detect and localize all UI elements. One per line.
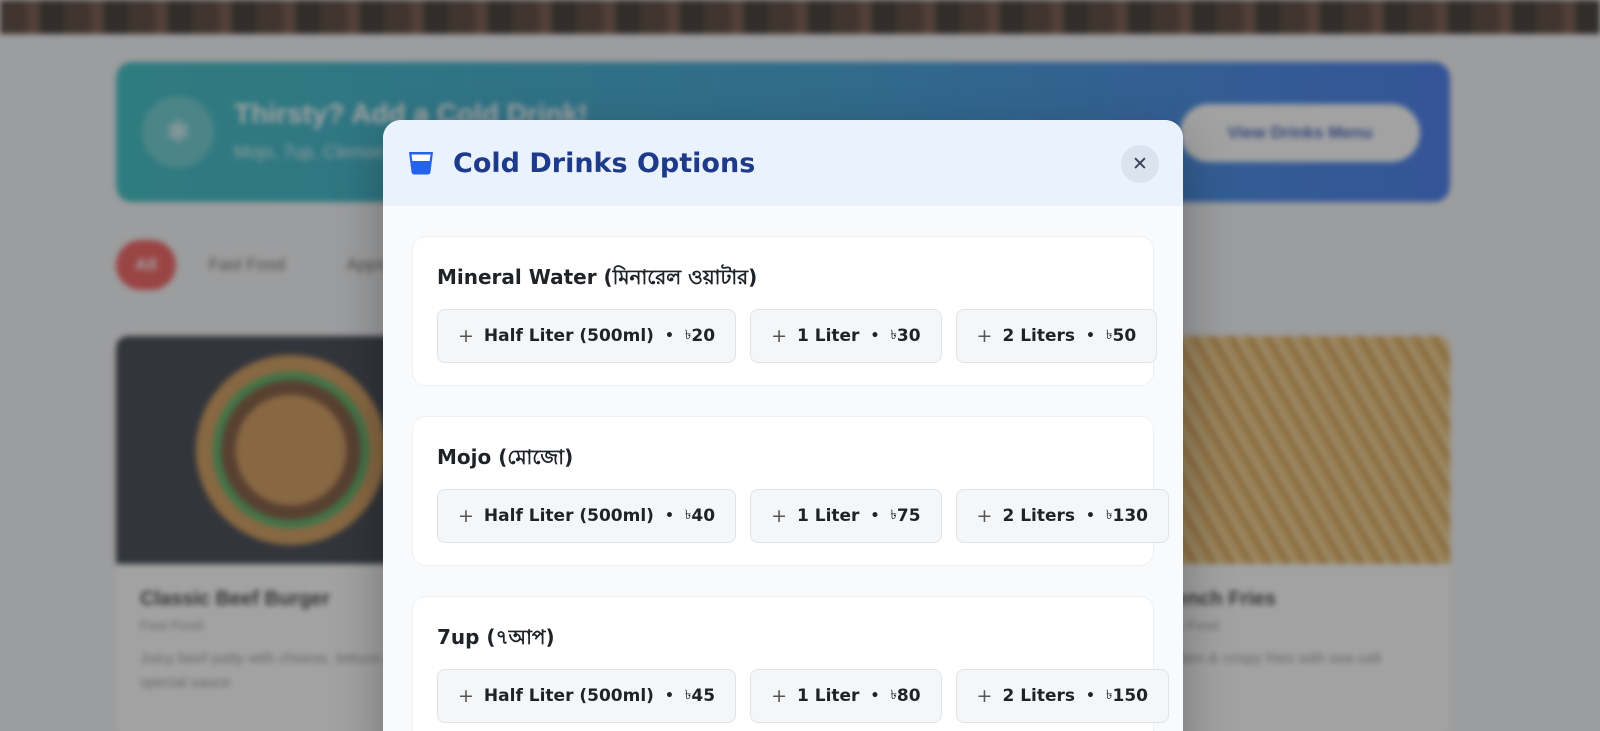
- size-label: Half Liter (500ml): [483, 686, 654, 706]
- modal-title: Cold Drinks Options: [453, 147, 756, 179]
- size-label: 1 Liter: [796, 506, 860, 526]
- close-button[interactable]: ✕: [1121, 145, 1159, 183]
- separator-dot: •: [870, 688, 880, 704]
- size-label: 2 Liters: [1002, 506, 1076, 526]
- add-size-button[interactable]: + 2 Liters • ৳ 150: [955, 669, 1169, 723]
- add-size-button[interactable]: + 1 Liter • ৳ 30: [750, 309, 942, 363]
- separator-dot: •: [870, 508, 880, 524]
- price-value: 130: [1112, 506, 1148, 526]
- plus-icon: +: [458, 325, 474, 347]
- size-options: + Half Liter (500ml) • ৳ 20 + 1 Liter • …: [437, 309, 1158, 363]
- price-value: 20: [691, 326, 716, 346]
- cold-drinks-modal: Cold Drinks Options ✕ Mineral Water (মিন…: [383, 120, 1183, 731]
- size-label: 1 Liter: [796, 686, 860, 706]
- add-size-button[interactable]: + 1 Liter • ৳ 80: [750, 669, 942, 723]
- cup-icon: [409, 152, 433, 175]
- modal-header: Cold Drinks Options ✕: [383, 120, 1183, 206]
- separator-dot: •: [1086, 688, 1095, 704]
- drink-card: Mojo (মোজো) + Half Liter (500ml) • ৳ 40 …: [412, 416, 1169, 566]
- price-value: 150: [1112, 686, 1148, 706]
- add-size-button[interactable]: + Half Liter (500ml) • ৳ 20: [437, 309, 737, 363]
- drink-card: 7up (৭আপ) + Half Liter (500ml) • ৳ 45 + …: [412, 596, 1169, 731]
- separator-dot: •: [1086, 508, 1095, 524]
- plus-icon: +: [771, 505, 787, 527]
- separator-dot: •: [664, 688, 674, 704]
- price-value: 40: [691, 506, 716, 526]
- drinks-list: Mineral Water (মিনারেল ওয়াটার) + Half L…: [383, 206, 1183, 731]
- drink-card: Mineral Water (মিনারেল ওয়াটার) + Half L…: [412, 236, 1158, 386]
- plus-icon: +: [771, 685, 787, 707]
- plus-icon: +: [458, 505, 474, 527]
- price-value: 50: [1112, 326, 1137, 346]
- drink-name: 7up (৭আপ): [437, 625, 555, 649]
- add-size-button[interactable]: + 1 Liter • ৳ 75: [750, 489, 942, 543]
- size-label: 2 Liters: [1002, 686, 1076, 706]
- price-value: 45: [691, 686, 716, 706]
- size-label: Half Liter (500ml): [483, 506, 654, 526]
- plus-icon: +: [771, 325, 787, 347]
- plus-icon: +: [976, 685, 993, 707]
- size-options: + Half Liter (500ml) • ৳ 40 + 1 Liter • …: [437, 489, 1169, 543]
- add-size-button[interactable]: + Half Liter (500ml) • ৳ 40: [437, 489, 737, 543]
- separator-dot: •: [664, 508, 674, 524]
- separator-dot: •: [1086, 328, 1095, 344]
- drink-name: Mojo (মোজো): [437, 445, 574, 469]
- add-size-button[interactable]: + Half Liter (500ml) • ৳ 45: [437, 669, 737, 723]
- plus-icon: +: [976, 505, 993, 527]
- plus-icon: +: [976, 325, 993, 347]
- size-label: Half Liter (500ml): [483, 326, 654, 346]
- price-value: 80: [896, 686, 921, 706]
- drink-name: Mineral Water (মিনারেল ওয়াটার): [437, 265, 758, 289]
- add-size-button[interactable]: + 2 Liters • ৳ 130: [955, 489, 1169, 543]
- plus-icon: +: [458, 685, 474, 707]
- separator-dot: •: [870, 328, 880, 344]
- separator-dot: •: [664, 328, 674, 344]
- price-value: 75: [896, 506, 921, 526]
- size-options: + Half Liter (500ml) • ৳ 45 + 1 Liter • …: [437, 669, 1169, 723]
- size-label: 1 Liter: [796, 326, 860, 346]
- size-label: 2 Liters: [1002, 326, 1076, 346]
- price-value: 30: [896, 326, 921, 346]
- add-size-button[interactable]: + 2 Liters • ৳ 50: [955, 309, 1158, 363]
